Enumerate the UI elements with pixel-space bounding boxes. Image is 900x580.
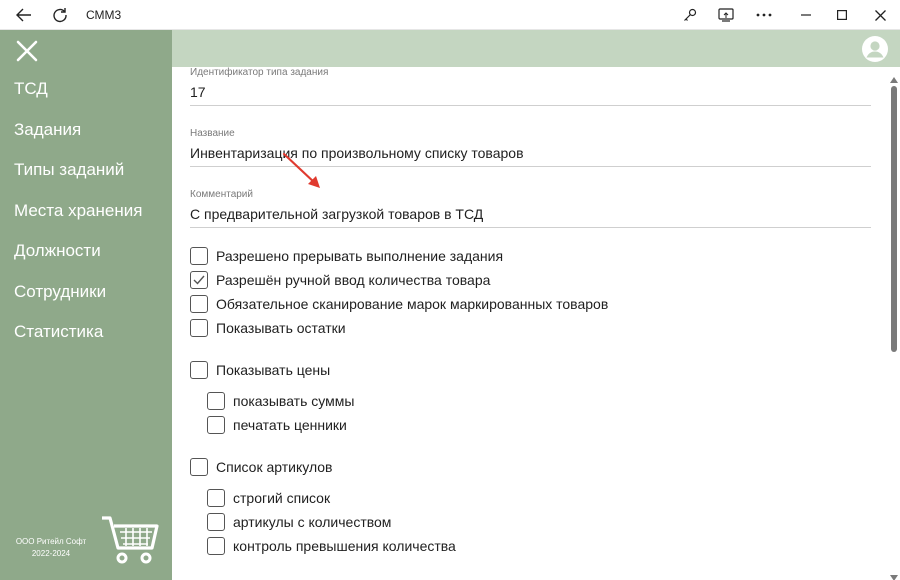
checkbox-box[interactable] <box>190 271 208 289</box>
checkbox-box[interactable] <box>190 319 208 337</box>
scroll-down-icon[interactable] <box>890 568 898 580</box>
close-icon[interactable] <box>866 0 894 30</box>
checkbox-label: Показывать цены <box>216 362 331 378</box>
scrollbar-thumb[interactable] <box>891 86 897 352</box>
sidebar-item-storage-places[interactable]: Места хранения <box>14 201 142 221</box>
task-type-comment-value[interactable]: С предварительной загрузкой товаров в ТС… <box>190 206 871 228</box>
checkbox-label: артикулы с количеством <box>233 514 392 530</box>
checkbox-box[interactable] <box>207 392 225 410</box>
task-type-id-field[interactable]: Идентификатор типа задания 17 <box>190 67 871 106</box>
checkbox-manual-quantity[interactable]: Разрешён ручной ввод количества товара <box>190 271 490 289</box>
sidebar: ТСД Задания Типы заданий Места хранения … <box>0 30 172 580</box>
header-bar <box>172 30 900 67</box>
more-icon[interactable] <box>750 0 778 30</box>
checkbox-mandatory-marking-scan[interactable]: Обязательное сканирование марок маркиров… <box>190 295 608 313</box>
checkbox-label: строгий список <box>233 490 331 506</box>
checkbox-box[interactable] <box>207 489 225 507</box>
annotation-arrow-icon <box>280 150 326 197</box>
sidebar-item-positions[interactable]: Должности <box>14 241 101 261</box>
maximize-icon[interactable] <box>828 0 856 30</box>
checkbox-articles-with-quantity[interactable]: артикулы с количеством <box>207 513 391 531</box>
checkbox-box[interactable] <box>190 361 208 379</box>
checkbox-show-stock[interactable]: Показывать остатки <box>190 319 346 337</box>
close-menu-icon[interactable] <box>16 40 38 62</box>
refresh-icon[interactable] <box>44 0 76 30</box>
checkbox-box[interactable] <box>207 537 225 555</box>
checkbox-quantity-excess-control[interactable]: контроль превышения количества <box>207 537 456 555</box>
sidebar-item-tsd[interactable]: ТСД <box>14 79 48 99</box>
sidebar-item-employees[interactable]: Сотрудники <box>14 282 106 302</box>
checkbox-label: контроль превышения количества <box>233 538 456 554</box>
checkbox-label: Разрешено прерывать выполнение задания <box>216 248 504 264</box>
minimize-icon[interactable] <box>792 0 820 30</box>
checkbox-show-prices[interactable]: Показывать цены <box>190 361 330 379</box>
checkbox-strict-list[interactable]: строгий список <box>207 489 330 507</box>
checkbox-box[interactable] <box>207 513 225 531</box>
cast-icon[interactable] <box>712 0 740 30</box>
checkbox-label: показывать суммы <box>233 393 355 409</box>
task-type-name-label: Название <box>190 128 235 139</box>
sidebar-item-statistics[interactable]: Статистика <box>14 322 103 342</box>
checkbox-article-list[interactable]: Список артикулов <box>190 458 333 476</box>
checkmark-icon <box>193 275 205 285</box>
task-type-id-value[interactable]: 17 <box>190 84 871 106</box>
copyright-company: ООО Ритейл Софт <box>15 537 87 546</box>
task-type-form: Идентификатор типа задания 17 Название И… <box>172 67 888 580</box>
checkbox-label: Разрешён ручной ввод количества товара <box>216 272 491 288</box>
sidebar-item-tasks[interactable]: Задания <box>14 120 81 140</box>
checkbox-label: печатать ценники <box>233 417 347 433</box>
user-avatar-icon[interactable] <box>862 36 888 62</box>
copyright: ООО Ритейл Софт 2022-2024 <box>10 536 92 560</box>
task-type-id-label: Идентификатор типа задания <box>190 67 329 78</box>
checkbox-label: Список артикулов <box>216 459 333 475</box>
shopping-cart-icon <box>100 514 160 571</box>
title-bar: СММ3 <box>0 0 900 30</box>
back-arrow-icon[interactable] <box>8 0 40 30</box>
checkbox-print-price-tags[interactable]: печатать ценники <box>207 416 347 434</box>
checkbox-label: Обязательное сканирование марок маркиров… <box>216 296 609 312</box>
checkbox-box[interactable] <box>190 247 208 265</box>
sidebar-item-task-types[interactable]: Типы заданий <box>14 160 124 180</box>
checkbox-label: Показывать остатки <box>216 320 346 336</box>
copyright-years: 2022-2024 <box>31 549 71 558</box>
key-icon[interactable] <box>676 0 704 30</box>
checkbox-box[interactable] <box>190 295 208 313</box>
checkbox-box[interactable] <box>190 458 208 476</box>
checkbox-box[interactable] <box>207 416 225 434</box>
checkbox-show-sums[interactable]: показывать суммы <box>207 392 354 410</box>
window-title: СММ3 <box>86 8 122 22</box>
checkbox-allow-interrupt[interactable]: Разрешено прерывать выполнение задания <box>190 247 503 265</box>
